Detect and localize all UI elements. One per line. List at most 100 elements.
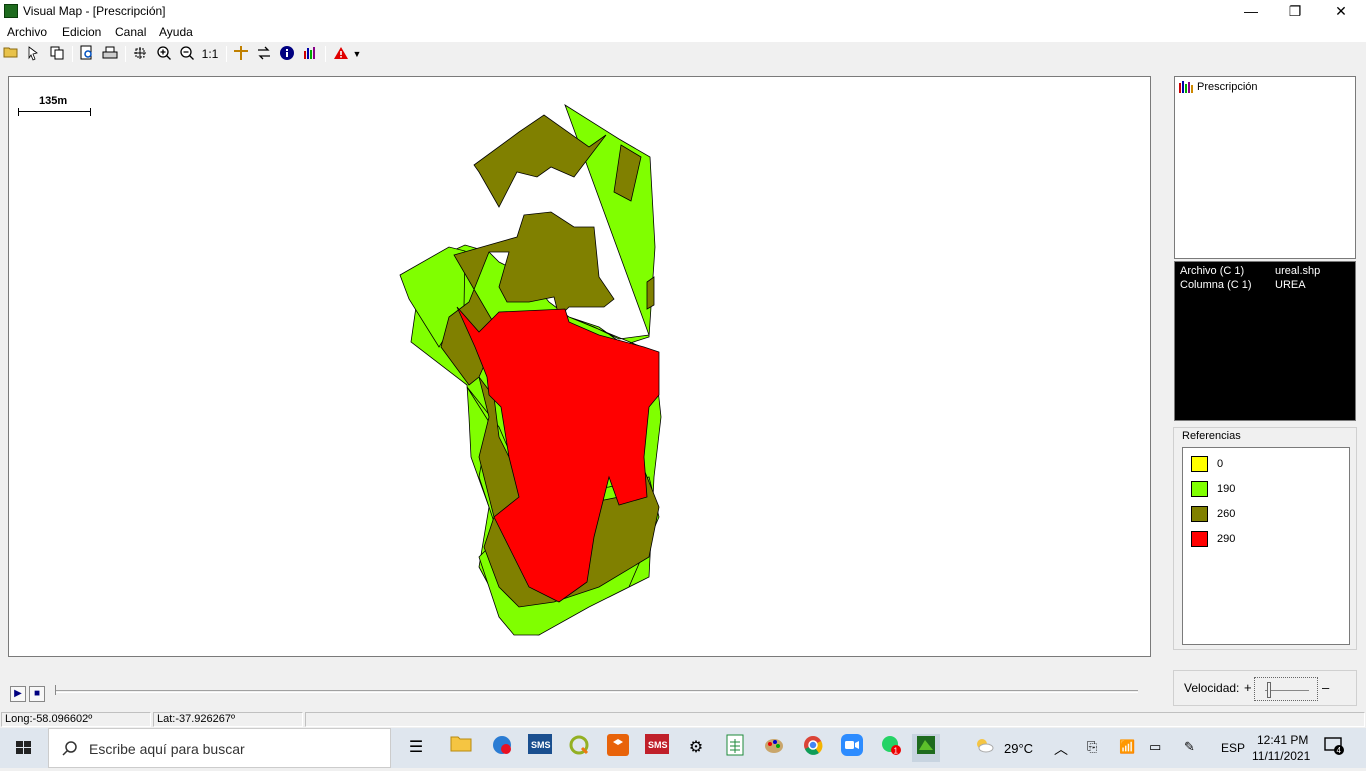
status-latitude: Lat:-37.926267º: [153, 712, 303, 727]
status-empty: [305, 712, 1365, 727]
spreadsheet-icon[interactable]: [721, 734, 749, 762]
toolbar-separator: [72, 46, 73, 62]
copy-icon[interactable]: [48, 45, 66, 63]
zoom-out-icon[interactable]: [178, 45, 196, 63]
legend-group: Referencias 0 190 260 290: [1173, 427, 1357, 650]
legend-swatch: [1191, 506, 1208, 522]
play-button[interactable]: ▶: [10, 686, 26, 702]
playback-bar: ▶ ■: [0, 680, 1160, 708]
menu-canal[interactable]: Canal: [115, 25, 146, 39]
taskbar: Escribe aquí para buscar ☰ SMS SMS ⚙ 1 2…: [0, 728, 1366, 768]
file-explorer-icon[interactable]: [447, 734, 475, 762]
paint-icon[interactable]: [760, 734, 788, 762]
info-label: Archivo (C 1): [1180, 265, 1245, 277]
start-button[interactable]: [0, 728, 48, 768]
zone-260-east: [646, 276, 655, 310]
field-map: [399, 104, 662, 636]
chevron-up-icon[interactable]: ︿: [1054, 739, 1068, 759]
sms-app-2-icon[interactable]: SMS: [643, 734, 671, 762]
title-bar: Visual Map - [Prescripción] — ❐ ✕: [0, 0, 1366, 23]
app-icon: [4, 4, 18, 18]
zoom-one-to-one-button[interactable]: 1:1: [201, 45, 219, 63]
legend-label: 190: [1217, 483, 1236, 495]
whatsapp-badge: 1: [894, 747, 899, 756]
language-indicator[interactable]: ESP: [1221, 741, 1245, 755]
toolbar-separator: [226, 46, 227, 62]
minimize-button[interactable]: —: [1228, 0, 1274, 23]
visual-map-taskbar-icon[interactable]: [912, 734, 940, 762]
legend-label: 260: [1217, 508, 1236, 520]
edge-icon[interactable]: [488, 734, 516, 762]
zoom-in-icon[interactable]: [155, 45, 173, 63]
alert-icon[interactable]: [332, 45, 350, 63]
clock-time[interactable]: 12:41 PM: [1257, 733, 1308, 747]
svg-text:SMS: SMS: [648, 740, 668, 750]
toolbar-separator: [125, 46, 126, 62]
layer-label: Prescripción: [1197, 81, 1258, 93]
alert-dropdown-icon[interactable]: ▼: [351, 45, 363, 63]
meet-icon[interactable]: ⎘: [1087, 739, 1097, 755]
chart-icon[interactable]: [301, 45, 319, 63]
crosshair-icon[interactable]: [232, 45, 250, 63]
legend-title: Referencias: [1182, 430, 1241, 442]
info-value: UREA: [1275, 279, 1306, 291]
legend-swatch: [1191, 531, 1208, 547]
settings-gear-icon[interactable]: ⚙: [682, 734, 710, 762]
svg-text:SMS: SMS: [531, 740, 551, 750]
wifi-icon[interactable]: 📶: [1119, 739, 1135, 755]
speed-minus: –: [1322, 680, 1330, 695]
speed-plus: +: [1244, 680, 1252, 695]
close-button[interactable]: ✕: [1318, 0, 1364, 23]
print-icon[interactable]: [101, 45, 119, 63]
maximize-button[interactable]: ❐: [1272, 0, 1318, 23]
preview-icon[interactable]: [78, 45, 96, 63]
speed-thumb[interactable]: [1267, 682, 1271, 698]
legend-swatch: [1191, 481, 1208, 497]
notifications-icon[interactable]: 4: [1320, 734, 1348, 762]
status-bar: Long:-58.096602º Lat:-37.926267º: [0, 711, 1366, 728]
swap-icon[interactable]: [255, 45, 273, 63]
weather-icon[interactable]: [970, 734, 998, 762]
battery-icon[interactable]: ▭: [1149, 739, 1161, 755]
stop-button[interactable]: ■: [29, 686, 45, 702]
chart-icon: [1179, 81, 1193, 93]
menu-bar: Archivo Edicion Canal Ayuda: [0, 23, 1366, 42]
search-icon: [62, 741, 77, 756]
window-title: Visual Map - [Prescripción]: [23, 4, 166, 18]
info-label: Columna (C 1): [1180, 279, 1252, 291]
search-placeholder: Escribe aquí para buscar: [89, 741, 245, 757]
progress-track[interactable]: [56, 690, 1138, 693]
sms-app-icon[interactable]: SMS: [526, 734, 554, 762]
whatsapp-icon[interactable]: 1: [877, 734, 905, 762]
speed-label: Velocidad:: [1184, 681, 1240, 695]
status-longitude: Long:-58.096602º: [1, 712, 151, 727]
windows-icon: [16, 741, 31, 754]
notification-count: 4: [1337, 746, 1342, 755]
toolbar-separator: [325, 46, 326, 62]
menu-ayuda[interactable]: Ayuda: [159, 25, 193, 39]
legend-label: 0: [1217, 458, 1224, 470]
info-value: ureal.shp: [1275, 265, 1321, 277]
taskbar-search[interactable]: Escribe aquí para buscar: [48, 728, 391, 768]
info-panel: Archivo (C 1) ureal.shp Columna (C 1) UR…: [1174, 261, 1356, 421]
task-view-icon[interactable]: ☰: [402, 734, 430, 762]
zoom-extent-icon[interactable]: [131, 45, 149, 63]
menu-archivo[interactable]: Archivo: [7, 25, 47, 39]
speed-slider[interactable]: [1254, 677, 1318, 701]
office-app-icon[interactable]: [604, 734, 632, 762]
info-icon[interactable]: [278, 45, 296, 63]
zoom-icon[interactable]: [838, 734, 866, 762]
menu-edicion[interactable]: Edicion: [62, 25, 101, 39]
qgis-icon[interactable]: [565, 734, 593, 762]
chrome-icon[interactable]: [799, 734, 827, 762]
layer-panel: Prescripción: [1174, 76, 1356, 259]
select-icon[interactable]: [25, 45, 43, 63]
legend-box: 0 190 260 290: [1182, 447, 1350, 645]
map-canvas[interactable]: 135m: [8, 76, 1151, 657]
weather-temp[interactable]: 29°C: [1004, 741, 1033, 756]
pen-icon[interactable]: ✎: [1184, 739, 1195, 755]
clock-date[interactable]: 11/11/2021: [1252, 749, 1310, 763]
speed-track: [1265, 690, 1309, 692]
legend-label: 290: [1217, 533, 1236, 545]
open-folder-icon[interactable]: [2, 45, 20, 63]
